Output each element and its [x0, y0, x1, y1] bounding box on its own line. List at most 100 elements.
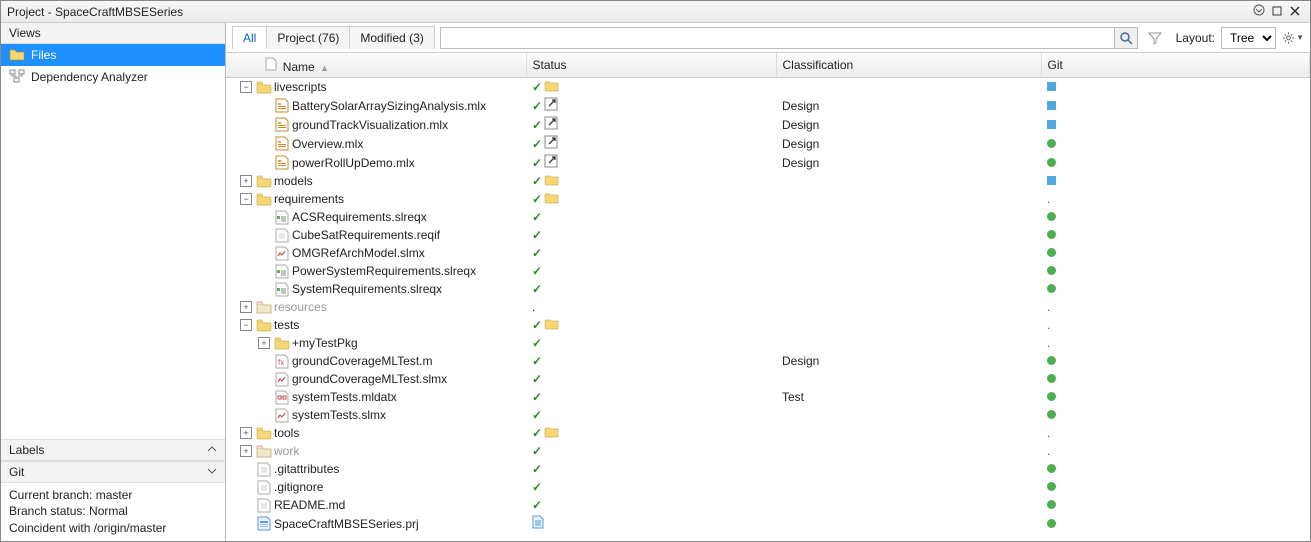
expand-icon[interactable]: +: [240, 427, 252, 439]
filter-button[interactable]: [1144, 27, 1166, 49]
file-name: requirements: [274, 192, 344, 206]
folder-status-icon: [544, 425, 559, 441]
table-row[interactable]: − livescripts ✓: [226, 78, 1310, 97]
git-modified-icon: [1047, 120, 1056, 129]
file-icon: [256, 479, 272, 495]
classification-cell: [776, 478, 1041, 496]
column-name[interactable]: Name ▲: [226, 53, 526, 78]
table-row[interactable]: fx groundCoverageMLTest.m ✓ Design: [226, 352, 1310, 370]
dropdown-icon[interactable]: [1250, 4, 1268, 19]
table-row[interactable]: Overview.mlx ✓ Design: [226, 134, 1310, 153]
git-none-icon: .: [1047, 300, 1050, 314]
views-item-files[interactable]: Files: [1, 44, 225, 66]
table-row[interactable]: README.md ✓: [226, 496, 1310, 514]
table-row[interactable]: systemTests.slmx ✓: [226, 406, 1310, 424]
expand-icon[interactable]: +: [258, 337, 270, 349]
table-row[interactable]: ACSRequirements.slreqx ✓: [226, 208, 1310, 226]
chevron-up-icon: [207, 443, 217, 457]
tab-project[interactable]: Project (76): [266, 26, 350, 49]
table-row[interactable]: + tools ✓ .: [226, 424, 1310, 442]
git-modified-icon: [1047, 176, 1056, 185]
prj-icon: [256, 516, 272, 532]
expand-icon[interactable]: +: [240, 301, 252, 313]
maximize-icon[interactable]: [1268, 5, 1286, 19]
file-name: systemTests.slmx: [292, 408, 386, 422]
table-row[interactable]: + resources . .: [226, 298, 1310, 316]
table-row[interactable]: − requirements ✓ .: [226, 190, 1310, 208]
expand-icon[interactable]: +: [240, 175, 252, 187]
table-row[interactable]: + +myTestPkg ✓ .: [226, 334, 1310, 352]
classification-cell: [776, 424, 1041, 442]
table-row[interactable]: SystemRequirements.slreqx ✓: [226, 280, 1310, 298]
folder-icon: [256, 191, 272, 207]
layout-select[interactable]: Tree: [1221, 27, 1276, 49]
git-none-icon: .: [1047, 426, 1050, 440]
classification-cell: [776, 316, 1041, 334]
table-row[interactable]: systemTests.mldatx ✓ Test: [226, 388, 1310, 406]
close-icon[interactable]: [1286, 5, 1304, 19]
check-icon: ✓: [532, 426, 542, 440]
search-input[interactable]: [440, 27, 1114, 49]
file-name: work: [274, 444, 299, 458]
column-status[interactable]: Status: [526, 53, 776, 78]
gear-icon: [1282, 31, 1295, 45]
labels-header-label: Labels: [9, 443, 44, 457]
check-icon: ✓: [532, 480, 542, 494]
layout-label: Layout:: [1176, 31, 1215, 45]
settings-button[interactable]: ▼: [1282, 27, 1304, 49]
table-row[interactable]: groundTrackVisualization.mlx ✓ Design: [226, 115, 1310, 134]
check-icon: ✓: [532, 318, 542, 332]
table-row[interactable]: + models ✓: [226, 172, 1310, 190]
git-none-icon: .: [1047, 318, 1050, 332]
file-name: PowerSystemRequirements.slreqx: [292, 264, 476, 278]
folder-icon: [256, 317, 272, 333]
file-name: livescripts: [274, 80, 327, 94]
collapse-icon[interactable]: −: [240, 81, 252, 93]
table-row[interactable]: − tests ✓ .: [226, 316, 1310, 334]
classification-cell: [776, 78, 1041, 97]
table-row[interactable]: powerRollUpDemo.mlx ✓ Design: [226, 153, 1310, 172]
column-classification[interactable]: Classification: [776, 53, 1041, 78]
git-clean-icon: [1047, 519, 1056, 528]
table-row[interactable]: OMGRefArchModel.slmx ✓: [226, 244, 1310, 262]
classification-cell: [776, 298, 1041, 316]
git-none-icon: .: [1047, 336, 1050, 350]
expand-icon[interactable]: +: [240, 445, 252, 457]
search-button[interactable]: [1114, 27, 1138, 49]
table-row[interactable]: SpaceCraftMBSESeries.prj: [226, 514, 1310, 533]
git-modified-icon: [1047, 82, 1056, 91]
classification-cell: [776, 208, 1041, 226]
table-row[interactable]: groundCoverageMLTest.slmx ✓: [226, 370, 1310, 388]
git-clean-icon: [1047, 212, 1056, 221]
views-item-dependency-analyzer[interactable]: Dependency Analyzer: [1, 66, 225, 88]
classification-cell: Design: [776, 352, 1041, 370]
git-coincident-line: Coincident with /origin/master: [9, 520, 217, 537]
classification-cell: [776, 514, 1041, 533]
folder-status-icon: [544, 79, 559, 95]
git-status-line: Branch status: Normal: [9, 503, 217, 520]
tab-modified[interactable]: Modified (3): [349, 26, 434, 49]
table-row[interactable]: PowerSystemRequirements.slreqx ✓: [226, 262, 1310, 280]
labels-header[interactable]: Labels: [1, 440, 225, 461]
git-header[interactable]: Git: [1, 462, 225, 483]
collapse-icon[interactable]: −: [240, 193, 252, 205]
classification-cell: [776, 280, 1041, 298]
classification-cell: [776, 226, 1041, 244]
git-clean-icon: [1047, 230, 1056, 239]
table-row[interactable]: .gitattributes ✓: [226, 460, 1310, 478]
table-row[interactable]: BatterySolarArraySizingAnalysis.mlx ✓ De…: [226, 96, 1310, 115]
file-name: tools: [274, 426, 299, 440]
column-git[interactable]: Git: [1041, 53, 1310, 78]
table-row[interactable]: .gitignore ✓: [226, 478, 1310, 496]
file-icon: [256, 497, 272, 513]
collapse-icon[interactable]: −: [240, 319, 252, 331]
git-none-icon: .: [1047, 444, 1050, 458]
window-title: Project - SpaceCraftMBSESeries: [7, 5, 183, 19]
folder-icon: [256, 443, 272, 459]
file-icon: [256, 461, 272, 477]
tab-all[interactable]: All: [232, 26, 267, 49]
table-row[interactable]: + work ✓ .: [226, 442, 1310, 460]
file-name: SystemRequirements.slreqx: [292, 282, 442, 296]
dependency-icon: [9, 69, 25, 85]
table-row[interactable]: CubeSatRequirements.reqif ✓: [226, 226, 1310, 244]
